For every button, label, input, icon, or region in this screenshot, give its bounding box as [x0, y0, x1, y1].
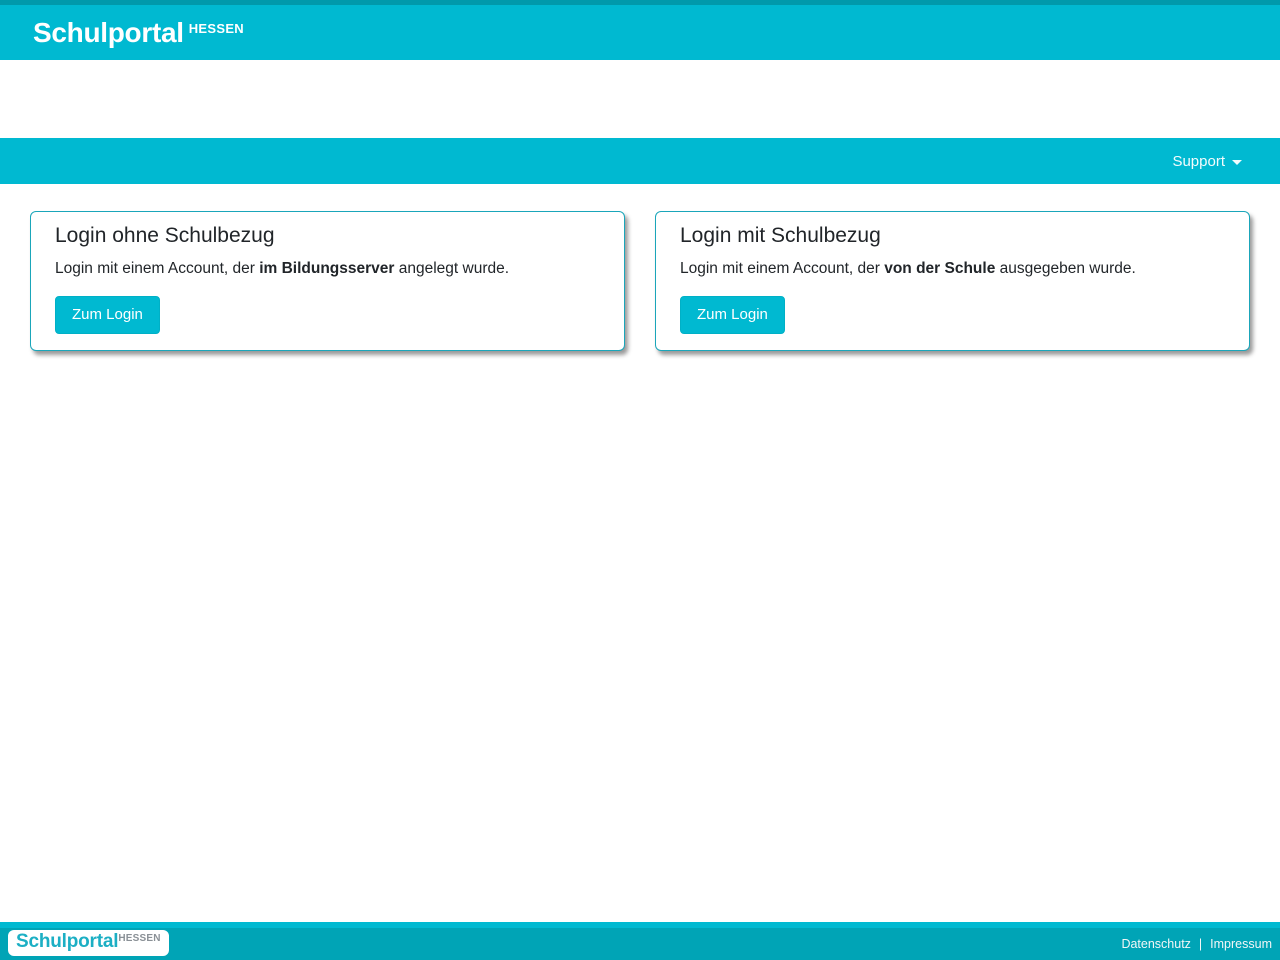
card-text: Login mit einem Account, der von der Sch…: [680, 258, 1225, 280]
footer-logo[interactable]: Schulportal HESSEN: [8, 930, 169, 957]
footer-logo-region-text: HESSEN: [118, 932, 160, 944]
logo-region-text: HESSEN: [189, 19, 244, 35]
header-spacer: [0, 60, 1280, 138]
datenschutz-link[interactable]: Datenschutz: [1121, 937, 1190, 951]
card-text-bold-segment: von der Schule: [884, 260, 995, 277]
footer-links: Datenschutz | Impressum: [1121, 937, 1272, 951]
header: Schulportal HESSEN: [0, 5, 1280, 60]
card-title: Login mit Schulbezug: [680, 224, 1225, 248]
main-content: Login ohne Schulbezug Login mit einem Ac…: [0, 184, 1280, 351]
zum-login-button-bildungsserver[interactable]: Zum Login: [55, 296, 160, 334]
card-text: Login mit einem Account, der im Bildungs…: [55, 258, 600, 280]
chevron-down-icon: [1232, 160, 1242, 165]
footer-logo-text: Schulportal: [16, 932, 118, 953]
login-card-without-school: Login ohne Schulbezug Login mit einem Ac…: [30, 211, 625, 351]
card-text-segment: angelegt wurde.: [394, 260, 509, 277]
card-text-bold-segment: im Bildungsserver: [259, 260, 394, 277]
card-title: Login ohne Schulbezug: [55, 224, 600, 248]
card-body: Login mit Schulbezug Login mit einem Acc…: [656, 212, 1249, 350]
login-card-with-school: Login mit Schulbezug Login mit einem Acc…: [655, 211, 1250, 351]
zum-login-button-schule[interactable]: Zum Login: [680, 296, 785, 334]
footer-body: Schulportal HESSEN Datenschutz | Impress…: [0, 928, 1280, 960]
navbar: Support: [0, 138, 1280, 184]
support-menu-label: Support: [1172, 153, 1225, 170]
impressum-link[interactable]: Impressum: [1210, 937, 1272, 951]
footer: Schulportal HESSEN Datenschutz | Impress…: [0, 922, 1280, 960]
support-menu[interactable]: Support: [1172, 153, 1242, 170]
logo-text: Schulportal: [33, 19, 184, 47]
footer-link-separator: |: [1199, 937, 1202, 951]
page: Schulportal HESSEN Support Login ohne Sc…: [0, 0, 1280, 960]
card-body: Login ohne Schulbezug Login mit einem Ac…: [31, 212, 624, 350]
card-text-segment: Login mit einem Account, der: [680, 260, 884, 277]
card-text-segment: Login mit einem Account, der: [55, 260, 259, 277]
logo[interactable]: Schulportal HESSEN: [33, 19, 244, 47]
card-text-segment: ausgegeben wurde.: [995, 260, 1135, 277]
